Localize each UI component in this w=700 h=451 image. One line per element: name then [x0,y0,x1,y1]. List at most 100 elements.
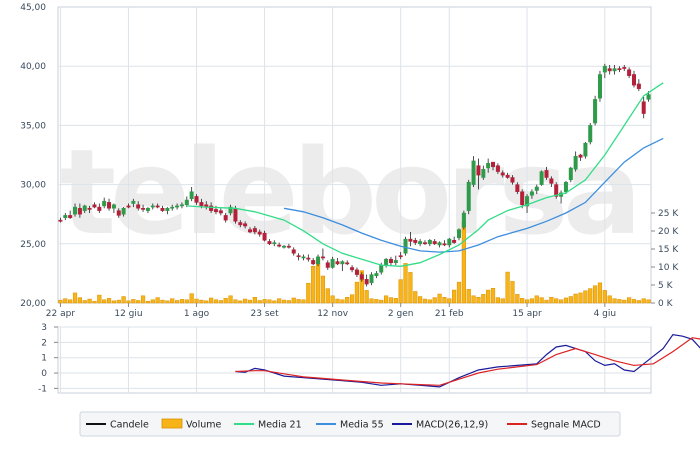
watermark-logo: teleborsa [60,123,643,261]
volume-bar [209,297,214,304]
candle-body [175,205,180,208]
candle-body [452,239,457,243]
candle-body [330,258,335,268]
volume-bar [549,296,554,304]
volume-bar [369,298,374,304]
volume-bar [111,300,116,304]
candle-body [126,205,131,208]
volume-bar [194,298,199,304]
volume-bar [646,299,651,304]
candle-body [631,74,636,86]
volume-bar [72,292,78,304]
volume-bar [320,275,326,304]
legend-label: Candele [110,420,149,431]
volume-bar [92,300,97,304]
candle-body [432,241,437,245]
volume-bar [106,298,112,304]
candle-body [223,215,228,221]
volume-bar [354,281,360,304]
volume-bar [568,296,573,304]
volume-bar [364,290,369,304]
volume-bar [277,298,282,304]
candle-body [194,196,199,203]
candle-body [588,125,593,143]
candle-body [364,279,369,285]
candle-body [316,256,321,265]
candle-body [369,274,374,284]
volume-bar [170,298,175,304]
candle-body [345,262,350,265]
candle-body [486,163,491,169]
price-tick-label: 45,00 [20,3,46,13]
volume-bar [486,289,491,304]
volume-bar [612,298,617,304]
candle-body [155,205,160,208]
candle-body [63,215,68,219]
candle-body [213,209,218,213]
volume-bar [554,298,559,304]
volume-bar [174,300,180,304]
candle-body [476,165,481,176]
candle-body [549,178,554,184]
volume-bar [452,289,457,304]
volume-bar [510,281,515,304]
volume-bar [524,299,530,304]
macd-panel-frame [57,326,652,394]
candle-body [136,204,141,209]
volume-bar [476,296,481,304]
candle-body [160,208,165,211]
price-tick-label: 40,00 [20,62,46,72]
volume-bar [140,295,146,304]
candle-body [301,256,306,259]
candle-body [102,200,107,207]
volume-bar [228,295,233,304]
price-tick-label: 35,00 [20,121,46,131]
volume-bar [150,299,155,304]
legend-label: Media 55 [340,420,384,431]
candle-body [384,258,389,266]
legend-swatch-volume [161,418,183,429]
candle-body [583,142,588,157]
volume-bar [627,297,632,304]
volume-bar [291,297,296,304]
candle-body [612,68,617,72]
candle-body [563,181,568,192]
volume-bar [63,298,68,304]
candle-body [627,69,632,76]
date-tick-label: 2 gen [388,309,414,319]
volume-bar [204,300,209,304]
price-tick-label: 20,00 [20,299,46,309]
candle-body [306,257,311,260]
candle-body [243,223,248,227]
candle-body [491,161,496,168]
price-tick-label: 30,00 [20,181,46,191]
volume-bar [306,282,311,304]
volume-tick-label: 20 K [658,227,679,237]
date-tick-label: 4 giu [594,309,617,319]
volume-bar [311,266,316,304]
volume-bar [588,288,593,304]
volume-bar [189,293,194,304]
candle-body [539,171,544,185]
candle-body [277,244,282,247]
volume-bar [597,282,603,304]
volume-bar [126,300,131,304]
candle-body [354,269,359,275]
candle-body [325,262,330,268]
volume-tick-label: 15 K [658,245,679,255]
candle-body [141,208,146,210]
candle-body [58,219,63,222]
volume-bar [490,287,496,304]
volume-bar [165,300,170,304]
volume-bar [379,299,384,304]
volume-bar [495,297,500,304]
macd-grid: -1 0 1 2 3 [38,323,652,394]
candle-body [165,208,170,211]
candle-body [457,229,462,239]
volume-bar [345,296,350,304]
volume-bar [442,296,447,304]
candle-body [602,65,607,73]
candle-body [505,174,510,178]
candle-body [447,238,452,246]
candle-body [286,245,291,248]
